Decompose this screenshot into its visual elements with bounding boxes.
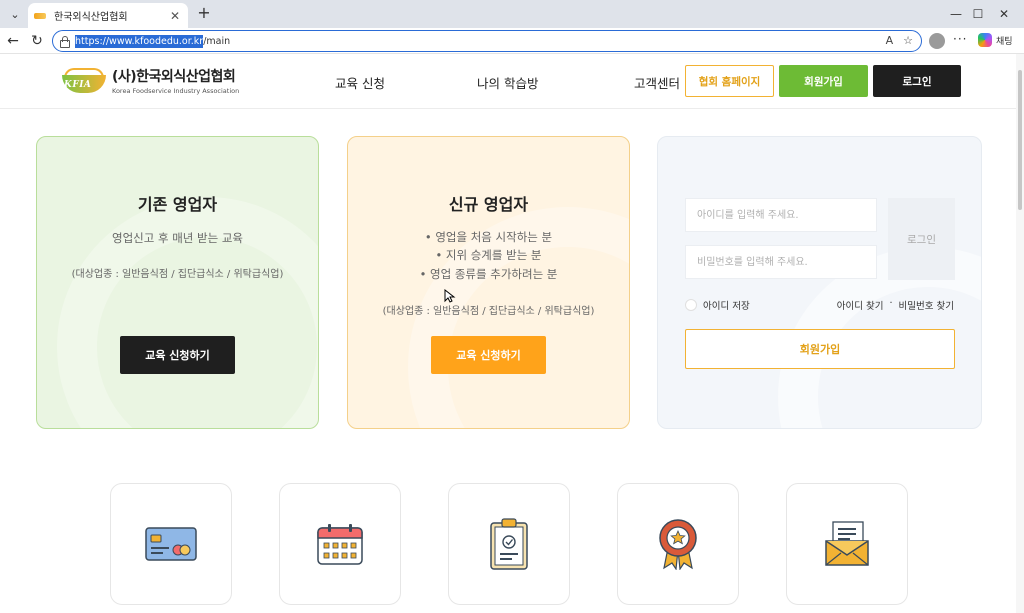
- profile-avatar-icon[interactable]: [929, 33, 945, 49]
- new-card-line-2: • 지위 승계를 받는 분: [435, 248, 542, 262]
- tab-title: 한국외식산업협회: [54, 12, 128, 23]
- mouse-cursor-icon: [444, 289, 456, 303]
- mail-icon: [825, 521, 869, 566]
- header-login-button[interactable]: 로그인: [873, 65, 961, 97]
- site-logo[interactable]: KFIA (사)한국외식산업협회 Korea Foodservice Indus…: [60, 66, 239, 95]
- quick-menu-notice[interactable]: [786, 483, 908, 605]
- save-id-label: 아이디 저장: [703, 301, 750, 312]
- nav-customer-center[interactable]: 고객센터: [634, 73, 680, 92]
- nav-my-study[interactable]: 나의 학습방: [477, 73, 538, 92]
- address-bar[interactable]: https://www.kfoodedu.or.kr /main A ☆: [52, 30, 922, 52]
- quick-menu-card[interactable]: [110, 483, 232, 605]
- window-close-icon[interactable]: ✕: [984, 0, 1024, 28]
- save-id-option[interactable]: 아이디 저장: [685, 298, 750, 312]
- existing-card-title: 기존 영업자: [137, 195, 218, 214]
- logo-korean-name: (사)한국외식산업협회: [112, 69, 236, 85]
- find-account-links: 아이디 찾기 · 비밀번호 찾기: [837, 298, 954, 312]
- favicon-icon: [34, 12, 46, 19]
- more-menu-icon[interactable]: ···: [953, 32, 967, 46]
- site-header: KFIA (사)한국외식산업협회 Korea Foodservice Indus…: [0, 54, 1024, 109]
- logo-english-name: Korea Foodservice Industry Association: [112, 87, 240, 95]
- new-tab-plus-icon[interactable]: +: [194, 4, 214, 24]
- read-aloud-icon[interactable]: A: [886, 34, 894, 47]
- find-password-link[interactable]: 비밀번호 찾기: [899, 298, 954, 312]
- user-id-input[interactable]: [685, 198, 877, 232]
- scrollbar-thumb[interactable]: [1018, 70, 1022, 210]
- browser-tab[interactable]: 한국외식산업협회 ✕: [28, 3, 188, 28]
- lock-icon[interactable]: [59, 36, 70, 48]
- quick-menu-calendar[interactable]: [279, 483, 401, 605]
- association-home-button[interactable]: 협회 홈페이지: [685, 65, 774, 97]
- back-arrow-icon[interactable]: ←: [2, 31, 24, 51]
- copilot-button[interactable]: 채팅: [978, 33, 1013, 47]
- new-card-title: 신규 영업자: [448, 195, 529, 214]
- url-selected-text: https://www.kfoodedu.or.kr: [75, 34, 204, 48]
- existing-apply-button[interactable]: 교육 신청하기: [120, 336, 235, 374]
- refresh-icon[interactable]: ↻: [26, 31, 48, 51]
- new-card-line-3: • 영업 종류를 추가하려는 분: [419, 267, 558, 281]
- calendar-icon: [317, 524, 363, 565]
- copilot-label: 채팅: [996, 36, 1013, 47]
- copilot-icon: [978, 33, 992, 47]
- link-separator: ·: [889, 298, 893, 309]
- main-content: 기존 영업자 영업신고 후 매년 받는 교육 (대상업종 : 일반음식점 / 집…: [0, 109, 1024, 613]
- new-apply-button[interactable]: 교육 신청하기: [431, 336, 546, 374]
- find-id-link[interactable]: 아이디 찾기: [837, 298, 884, 312]
- new-card-line-1: • 영업을 처음 시작하는 분: [424, 230, 553, 244]
- save-id-checkbox[interactable]: [685, 299, 697, 311]
- browser-tab-bar: ⌄ 한국외식산업협회 ✕ + — ☐ ✕: [0, 0, 1024, 28]
- tab-close-icon[interactable]: ✕: [168, 9, 182, 23]
- login-join-button[interactable]: 회원가입: [685, 329, 955, 369]
- existing-operator-card: 기존 영업자 영업신고 후 매년 받는 교육 (대상업종 : 일반음식점 / 집…: [36, 136, 319, 429]
- quick-menu-award[interactable]: [617, 483, 739, 605]
- clipboard-icon: [490, 518, 528, 570]
- existing-card-target: (대상업종 : 일반음식점 / 집단급식소 / 위탁급식업): [71, 269, 284, 280]
- award-icon: [659, 519, 697, 570]
- quick-menu-checklist[interactable]: [448, 483, 570, 605]
- new-operator-card: 신규 영업자 • 영업을 처음 시작하는 분 • 지위 승계를 받는 분 • 영…: [347, 136, 630, 429]
- existing-card-desc: 영업신고 후 매년 받는 교육: [111, 231, 243, 245]
- header-join-button[interactable]: 회원가입: [779, 65, 868, 97]
- card-icon: [145, 527, 197, 561]
- favorite-star-icon[interactable]: ☆: [903, 34, 913, 47]
- tab-list-chevron-icon[interactable]: ⌄: [5, 4, 25, 24]
- new-card-target: (대상업종 : 일반음식점 / 집단급식소 / 위탁급식업): [382, 306, 595, 317]
- password-input[interactable]: [685, 245, 877, 279]
- nav-edu-apply[interactable]: 교육 신청: [335, 73, 385, 92]
- browser-toolbar: ← ↻ https://www.kfoodedu.or.kr /main A ☆…: [0, 28, 1024, 54]
- login-submit-button[interactable]: 로그인: [888, 198, 955, 280]
- kfia-logo-icon: KFIA: [60, 67, 108, 95]
- url-path-text: /main: [203, 35, 231, 47]
- login-card: 로그인 아이디 저장 아이디 찾기 · 비밀번호 찾기 회원가입: [657, 136, 982, 429]
